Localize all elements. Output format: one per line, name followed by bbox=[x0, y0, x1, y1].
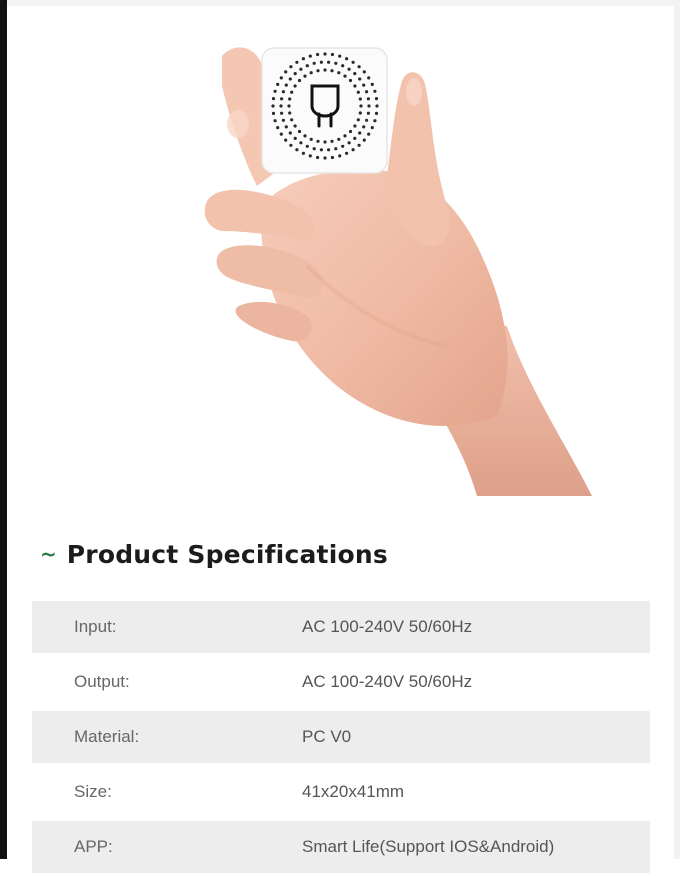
spec-table: Input: AC 100-240V 50/60Hz Output: AC 10… bbox=[32, 601, 650, 876]
spec-value: AC 100-240V 50/60Hz bbox=[302, 617, 473, 636]
spec-row-material: Material: PC V0 bbox=[32, 711, 650, 763]
tilde-decoration: ~ bbox=[40, 542, 57, 566]
section-title: Product Specifications bbox=[66, 539, 388, 569]
product-hero-image bbox=[7, 6, 674, 506]
spec-value: 41x20x41mm bbox=[302, 782, 405, 801]
smart-switch-device bbox=[261, 47, 388, 174]
section-heading: ~ Product Specifications bbox=[40, 536, 388, 572]
spec-value: PC V0 bbox=[302, 727, 352, 746]
spec-row-input: Input: AC 100-240V 50/60Hz bbox=[32, 601, 650, 653]
spec-label: Input: bbox=[74, 617, 117, 636]
right-border bbox=[674, 0, 680, 859]
spec-label: Output: bbox=[74, 672, 130, 691]
spec-value: Smart Life(Support IOS&Android) bbox=[302, 837, 555, 856]
spec-value: AC 100-240V 50/60Hz bbox=[302, 672, 473, 691]
spec-label: APP: bbox=[74, 837, 113, 856]
spec-row-size: Size: 41x20x41mm bbox=[32, 766, 650, 818]
spec-label: Material: bbox=[74, 727, 140, 746]
spec-row-output: Output: AC 100-240V 50/60Hz bbox=[32, 656, 650, 708]
left-border bbox=[0, 0, 7, 859]
spec-row-app: APP: Smart Life(Support IOS&Android) bbox=[32, 821, 650, 873]
spec-label: Size: bbox=[74, 782, 112, 801]
